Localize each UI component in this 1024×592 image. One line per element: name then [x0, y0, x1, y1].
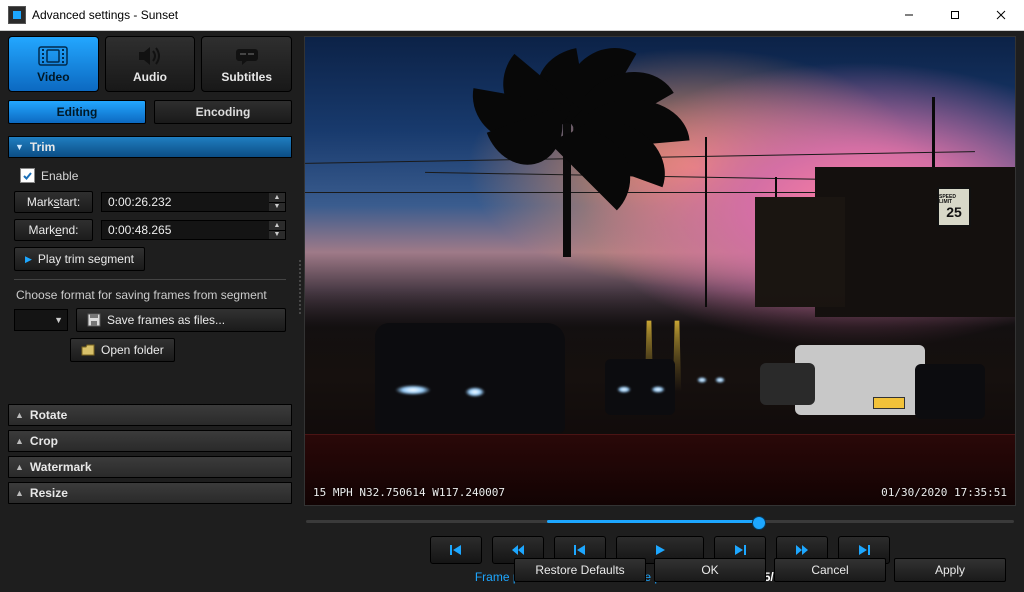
section-trim-title: Trim	[30, 140, 55, 154]
chevron-down-icon[interactable]: ▼	[269, 231, 285, 240]
minimize-button[interactable]	[886, 0, 932, 30]
chevron-down-icon: ▼	[15, 142, 24, 152]
tab-video-label: Video	[37, 70, 69, 84]
section-trim-body: Enable Mark start: ▲ ▼ Mark end:	[8, 158, 292, 376]
choose-format-text: Choose format for saving frames from seg…	[16, 288, 286, 302]
enable-label: Enable	[41, 169, 78, 183]
timeline-slider[interactable]	[306, 512, 1014, 530]
chevron-up-icon: ▲	[15, 436, 24, 446]
sidebar: Video Audio Subtitles Editing Encoding ▼	[0, 30, 300, 592]
subtab-editing[interactable]: Editing	[8, 100, 146, 124]
section-crop-header[interactable]: ▲Crop	[8, 430, 292, 452]
mark-start-spinner[interactable]: ▲ ▼	[269, 192, 286, 212]
mark-end-label: Mark end:	[14, 219, 93, 241]
play-trim-label: Play trim segment	[38, 252, 134, 266]
section-watermark-header[interactable]: ▲Watermark	[8, 456, 292, 478]
open-folder-label: Open folder	[101, 343, 164, 357]
chevron-up-icon: ▲	[15, 462, 24, 472]
ok-button[interactable]: OK	[654, 558, 766, 582]
format-dropdown[interactable]: ▼	[14, 309, 68, 331]
play-trim-button[interactable]: ▶ Play trim segment	[14, 247, 145, 271]
footer-buttons: Restore Defaults OK Cancel Apply	[0, 558, 1024, 582]
section-trim-header[interactable]: ▼ Trim	[8, 136, 292, 158]
check-icon	[20, 168, 35, 183]
chevron-down-icon[interactable]: ▼	[269, 203, 285, 212]
video-preview[interactable]: SPEED LIMIT 25 15 MPH N32.750614 W117.24…	[304, 36, 1016, 506]
mark-end-spinner[interactable]: ▲ ▼	[269, 220, 286, 240]
film-icon	[38, 44, 68, 68]
subtitle-icon	[234, 44, 260, 68]
restore-defaults-button[interactable]: Restore Defaults	[514, 558, 646, 582]
mark-start-input[interactable]: ▲ ▼	[101, 192, 286, 212]
chevron-up-icon: ▲	[15, 410, 24, 420]
chevron-up-icon[interactable]: ▲	[269, 193, 285, 203]
main-panel: SPEED LIMIT 25 15 MPH N32.750614 W117.24…	[300, 30, 1024, 592]
speaker-icon	[137, 44, 163, 68]
chevron-up-icon: ▲	[15, 488, 24, 498]
mark-end-input[interactable]: ▲ ▼	[101, 220, 286, 240]
chevron-down-icon: ▼	[54, 315, 63, 325]
close-button[interactable]	[978, 0, 1024, 30]
cancel-button[interactable]: Cancel	[774, 558, 886, 582]
folder-icon	[81, 343, 95, 357]
save-icon	[87, 313, 101, 327]
titlebar: Advanced settings - Sunset	[0, 0, 1024, 31]
section-rotate-header[interactable]: ▲Rotate	[8, 404, 292, 426]
subtab-encoding[interactable]: Encoding	[154, 100, 292, 124]
mark-end-field[interactable]	[101, 220, 269, 240]
open-folder-button[interactable]: Open folder	[70, 338, 175, 362]
chevron-up-icon[interactable]: ▲	[269, 221, 285, 231]
tab-audio-label: Audio	[133, 70, 167, 84]
apply-button[interactable]: Apply	[894, 558, 1006, 582]
window-title: Advanced settings - Sunset	[32, 8, 178, 22]
enable-checkbox[interactable]: Enable	[20, 168, 286, 183]
speed-limit-sign: SPEED LIMIT 25	[937, 187, 971, 227]
app-icon	[8, 6, 26, 24]
maximize-button[interactable]	[932, 0, 978, 30]
mark-start-field[interactable]	[101, 192, 269, 212]
mark-start-label: Mark start:	[14, 191, 93, 213]
section-resize-header[interactable]: ▲Resize	[8, 482, 292, 504]
overlay-gps: 15 MPH N32.750614 W117.240007	[313, 486, 505, 499]
tab-subtitles[interactable]: Subtitles	[201, 36, 292, 92]
play-icon: ▶	[25, 254, 32, 265]
tab-audio[interactable]: Audio	[105, 36, 196, 92]
save-frames-button[interactable]: Save frames as files...	[76, 308, 286, 332]
overlay-timestamp: 01/30/2020 17:35:51	[881, 486, 1007, 499]
save-frames-label: Save frames as files...	[107, 313, 225, 327]
tab-subtitles-label: Subtitles	[221, 70, 272, 84]
tab-video[interactable]: Video	[8, 36, 99, 92]
